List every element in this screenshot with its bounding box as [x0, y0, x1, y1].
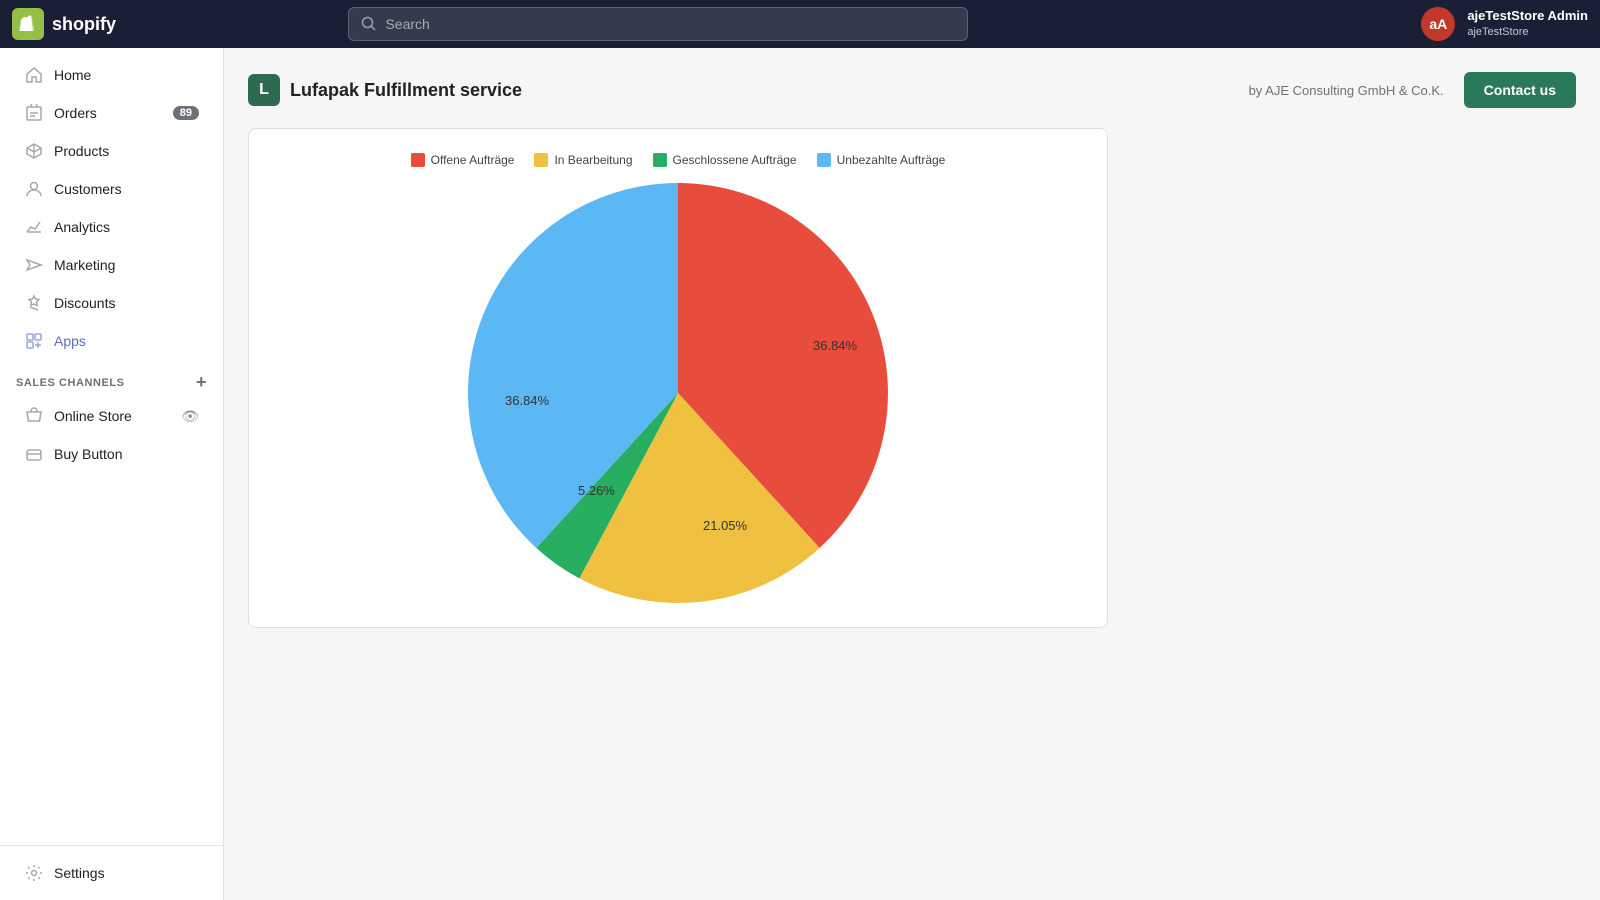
topnav-right: aA ajeTestStore Admin ajeTestStore — [1421, 7, 1588, 41]
user-store-name: ajeTestStore — [1467, 25, 1588, 39]
legend-item-offene: Offene Aufträge — [411, 153, 515, 167]
add-sales-channel-button[interactable]: + — [196, 372, 207, 393]
sales-channels-label: SALES CHANNELS — [16, 377, 125, 389]
sidebar-item-home[interactable]: Home — [8, 57, 215, 93]
sidebar-item-marketing[interactable]: Marketing — [8, 247, 215, 283]
legend-dot-unbezahlte — [817, 153, 831, 167]
legend-item-bearbeitung: In Bearbeitung — [534, 153, 632, 167]
sidebar-marketing-label: Marketing — [54, 257, 115, 273]
sidebar-item-apps[interactable]: Apps — [8, 323, 215, 359]
chart-legend: Offene Aufträge In Bearbeitung Geschloss… — [273, 153, 1083, 167]
search-bar[interactable]: Search — [348, 7, 968, 41]
orders-icon — [24, 103, 44, 123]
sidebar-orders-label: Orders — [54, 105, 97, 121]
customers-icon — [24, 179, 44, 199]
online-store-icon — [24, 406, 44, 426]
buy-button-label: Buy Button — [54, 446, 123, 462]
legend-item-unbezahlte: Unbezahlte Aufträge — [817, 153, 946, 167]
sidebar-discounts-label: Discounts — [54, 295, 115, 311]
legend-label-offene: Offene Aufträge — [431, 153, 515, 167]
app-by-text: by AJE Consulting GmbH & Co.K. — [1249, 83, 1444, 98]
sidebar-home-label: Home — [54, 67, 91, 83]
app-header: L Lufapak Fulfillment service by AJE Con… — [248, 72, 1576, 108]
discounts-icon — [24, 293, 44, 313]
sidebar-item-online-store[interactable]: Online Store 👁 — [8, 398, 215, 434]
sidebar-item-analytics[interactable]: Analytics — [8, 209, 215, 245]
online-store-label: Online Store — [54, 408, 132, 424]
sales-channels-section: SALES CHANNELS + — [0, 360, 223, 397]
settings-label: Settings — [54, 865, 105, 881]
search-placeholder: Search — [385, 16, 429, 32]
legend-label-bearbeitung: In Bearbeitung — [554, 153, 632, 167]
buy-button-icon — [24, 444, 44, 464]
sidebar-item-customers[interactable]: Customers — [8, 171, 215, 207]
sidebar: Home Orders 89 Products — [0, 48, 224, 900]
shopify-logo-icon — [12, 8, 44, 40]
contact-us-button[interactable]: Contact us — [1464, 72, 1576, 108]
chart-card: Offene Aufträge In Bearbeitung Geschloss… — [248, 128, 1108, 628]
sidebar-item-orders[interactable]: Orders 89 — [8, 95, 215, 131]
legend-dot-offene — [411, 153, 425, 167]
user-admin-name: ajeTestStore Admin — [1467, 8, 1588, 25]
legend-label-geschlossene: Geschlossene Aufträge — [673, 153, 797, 167]
sidebar-analytics-label: Analytics — [54, 219, 110, 235]
pie-chart-container — [273, 183, 1083, 603]
shopify-wordmark: shopify — [52, 14, 116, 35]
sidebar-apps-label: Apps — [54, 333, 86, 349]
sidebar-item-settings[interactable]: Settings — [8, 855, 215, 891]
legend-label-unbezahlte: Unbezahlte Aufträge — [837, 153, 946, 167]
sidebar-item-products[interactable]: Products — [8, 133, 215, 169]
marketing-icon — [24, 255, 44, 275]
app-title-area: L Lufapak Fulfillment service — [248, 74, 522, 106]
search-icon — [361, 16, 377, 32]
products-icon — [24, 141, 44, 161]
app-logo: L — [248, 74, 280, 106]
settings-icon — [24, 863, 44, 883]
shopify-logo[interactable]: shopify — [12, 8, 116, 40]
legend-dot-geschlossene — [653, 153, 667, 167]
sidebar-item-discounts[interactable]: Discounts — [8, 285, 215, 321]
top-navigation: shopify Search aA ajeTestStore Admin aje… — [0, 0, 1600, 48]
orders-badge: 89 — [173, 106, 199, 120]
analytics-icon — [24, 217, 44, 237]
sidebar-products-label: Products — [54, 143, 109, 159]
main-content: L Lufapak Fulfillment service by AJE Con… — [224, 48, 1600, 900]
avatar[interactable]: aA — [1421, 7, 1455, 41]
online-store-eye-icon[interactable]: 👁 — [181, 408, 199, 425]
pie-chart-svg — [468, 183, 888, 603]
legend-dot-bearbeitung — [534, 153, 548, 167]
sidebar-item-buy-button[interactable]: Buy Button — [8, 436, 215, 472]
home-icon — [24, 65, 44, 85]
app-title: Lufapak Fulfillment service — [290, 80, 522, 101]
user-info: ajeTestStore Admin ajeTestStore — [1467, 8, 1588, 39]
legend-item-geschlossene: Geschlossene Aufträge — [653, 153, 797, 167]
sidebar-customers-label: Customers — [54, 181, 122, 197]
apps-icon — [24, 331, 44, 351]
